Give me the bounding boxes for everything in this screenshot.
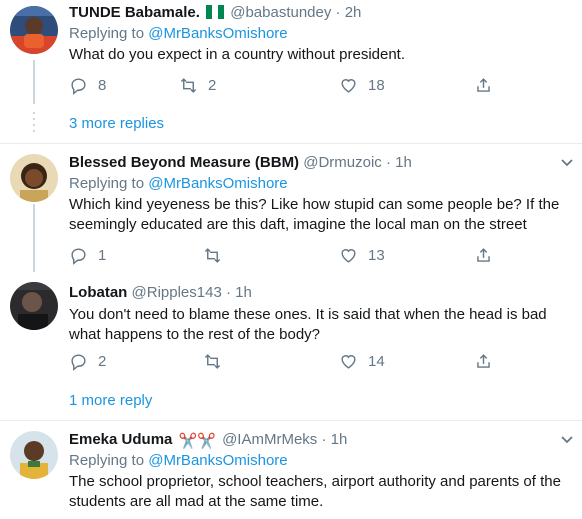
user-handle[interactable]: @IAmMrMeks [222, 431, 317, 448]
timestamp[interactable]: · 2h [336, 4, 362, 21]
replying-to-label: Replying to [69, 25, 145, 42]
tweet-header: Blessed Beyond Measure (BBM) @Drmuzoic ·… [69, 152, 570, 174]
avatar-image [10, 282, 58, 330]
avatar[interactable] [10, 6, 58, 54]
show-more-replies-link[interactable]: 3 more replies [69, 114, 164, 134]
show-more-replies-link[interactable]: 1 more reply [69, 391, 152, 411]
tweet-text: What do you expect in a country without … [69, 46, 406, 63]
like-button[interactable]: 13 [339, 245, 385, 265]
share-icon [477, 353, 490, 368]
timestamp[interactable]: · 1h [226, 284, 252, 301]
tweet-text: Which kind yeyeness be this? Like how st… [69, 196, 560, 233]
tweet-text: You don't need to blame these ones. It i… [69, 306, 547, 343]
retweet-button[interactable] [203, 351, 222, 371]
thread-dots [32, 112, 36, 136]
retweet-icon [204, 247, 221, 263]
like-count: 18 [368, 76, 385, 94]
avatar[interactable] [10, 282, 58, 330]
like-button[interactable]: 18 [339, 75, 385, 95]
reply-count: 1 [98, 246, 107, 264]
display-name[interactable]: Emeka Uduma [69, 431, 172, 448]
display-name[interactable]: Blessed Beyond Measure (BBM) [69, 154, 299, 171]
tweet-actions: 1 13 [69, 245, 570, 265]
reply-button[interactable]: 1 [69, 245, 106, 265]
replying-to: Replying to @MrBanksOmishore [69, 174, 570, 194]
tweet-header: Emeka Uduma ✂️✂️ @IAmMrMeks · 1h [69, 429, 570, 451]
tweet-actions: 2 14 [69, 351, 570, 371]
retweet-button[interactable] [203, 245, 222, 265]
heart-icon [341, 78, 356, 93]
tweet-header: Lobatan @Ripples143 · 1h [69, 282, 570, 304]
user-handle[interactable]: @babastundey [230, 4, 331, 21]
share-icon [477, 247, 490, 262]
nigeria-flag-icon [206, 4, 225, 24]
mention-link[interactable]: @MrBanksOmishore [148, 25, 287, 42]
thread-line [33, 60, 35, 104]
replying-to-label: Replying to [69, 175, 145, 192]
share-button[interactable] [474, 351, 493, 371]
like-button[interactable]: 14 [339, 351, 385, 371]
heart-icon [341, 248, 356, 263]
tweet-2[interactable]: Blessed Beyond Measure (BBM) @Drmuzoic ·… [0, 144, 582, 272]
reply-count: 2 [98, 352, 107, 370]
mention-link[interactable]: @MrBanksOmishore [148, 175, 287, 192]
user-handle[interactable]: @Ripples143 [132, 284, 222, 301]
user-handle[interactable]: @Drmuzoic [303, 154, 382, 171]
reply-icon [71, 247, 86, 265]
share-icon [477, 77, 490, 92]
reply-count: 8 [98, 76, 107, 94]
replying-to: Replying to @MrBanksOmishore [69, 24, 570, 44]
timestamp[interactable]: · 1h [321, 431, 347, 448]
tweet-text: The school proprietor, school teachers, … [69, 473, 561, 510]
avatar[interactable] [10, 431, 58, 479]
retweet-button[interactable]: 2 [179, 75, 216, 95]
share-button[interactable] [474, 75, 493, 95]
retweet-icon [204, 353, 221, 369]
display-name[interactable]: Lobatan [69, 284, 127, 301]
like-count: 14 [368, 352, 385, 370]
timestamp[interactable]: · 1h [386, 154, 412, 171]
tweet-actions: 8 2 18 [69, 75, 570, 95]
tweet-1[interactable]: TUNDE Babamale. @babastundey · 2h Replyi… [0, 0, 582, 107]
display-name[interactable]: TUNDE Babamale. [69, 4, 200, 21]
tweet-3[interactable]: Lobatan @Ripples143 · 1h You don't need … [0, 272, 582, 376]
share-button[interactable] [474, 245, 493, 265]
tweet-4[interactable]: Emeka Uduma ✂️✂️ @IAmMrMeks · 1h Replyin… [0, 421, 582, 519]
reply-button[interactable]: 2 [69, 351, 106, 371]
reply-button[interactable]: 8 [69, 75, 106, 95]
reply-icon [71, 77, 86, 95]
avatar-image [10, 154, 58, 202]
mention-link[interactable]: @MrBanksOmishore [148, 452, 287, 469]
thread-line [33, 204, 35, 272]
replying-to-label: Replying to [69, 452, 145, 469]
tweet-header: TUNDE Babamale. @babastundey · 2h [69, 2, 570, 24]
avatar-image [10, 431, 58, 479]
avatar[interactable] [10, 154, 58, 202]
avatar-image [10, 6, 58, 54]
retweet-count: 2 [208, 76, 217, 94]
replying-to: Replying to @MrBanksOmishore [69, 451, 570, 471]
retweet-icon [180, 77, 197, 93]
reply-icon [71, 353, 86, 371]
scissors-emoji: ✂️✂️ [178, 432, 216, 450]
like-count: 13 [368, 246, 385, 264]
heart-icon [341, 354, 356, 369]
